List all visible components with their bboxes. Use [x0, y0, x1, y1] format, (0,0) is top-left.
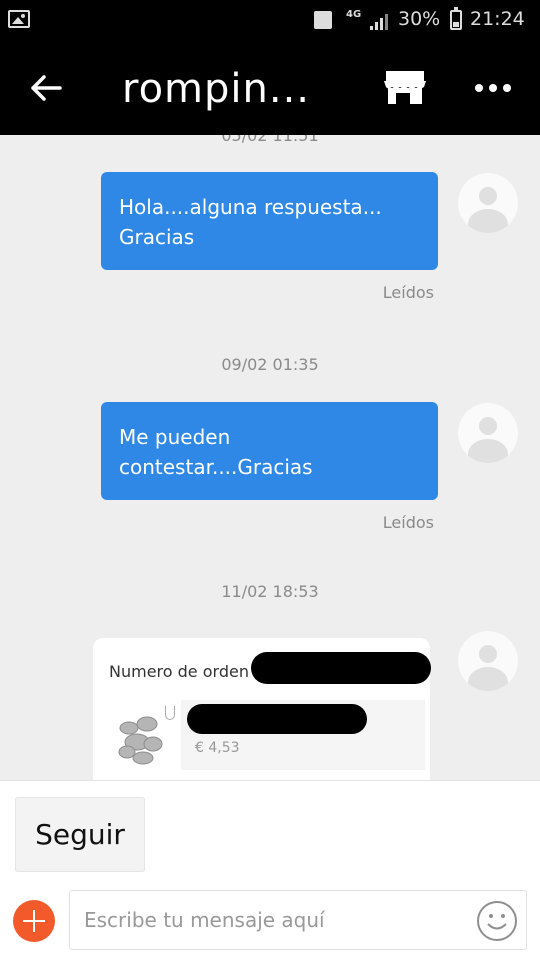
order-number-label: Numero de orden [109, 662, 249, 681]
store-icon [384, 71, 426, 104]
chat-title: rompin... [122, 66, 311, 112]
battery-icon [450, 7, 462, 30]
redaction-mark [187, 704, 367, 734]
more-options-button[interactable] [470, 68, 516, 108]
back-button[interactable] [26, 68, 66, 108]
message-input-box [69, 890, 527, 950]
order-card[interactable]: Numero de orden € 4,53 [93, 638, 431, 780]
product-price: € 4,53 [195, 740, 240, 756]
chat-screen: 4G 30% 21:24 rompin... 05/02 11:51 Hola.… [0, 0, 540, 960]
more-icon [475, 84, 511, 92]
message-bubble[interactable]: Hola....alguna respuesta... Gracias [101, 172, 438, 270]
redaction-mark [251, 652, 431, 684]
store-button[interactable] [382, 68, 428, 108]
app-bar: rompin... [0, 40, 540, 135]
product-info: € 4,53 [181, 700, 425, 770]
bottom-panel: Seguir [0, 780, 540, 960]
add-icon[interactable] [13, 900, 55, 942]
product-thumbnail [118, 716, 163, 765]
user-avatar-icon [458, 631, 518, 691]
lock-icon [314, 11, 332, 29]
timestamp: 11/02 18:53 [221, 582, 319, 601]
back-arrow-icon [31, 75, 62, 101]
gallery-icon [8, 10, 30, 28]
timestamp: 05/02 11:51 [221, 135, 319, 145]
signal-icon [370, 12, 390, 30]
message-bubble[interactable]: Me pueden contestar....Gracias [101, 402, 438, 500]
message-input[interactable] [84, 891, 464, 949]
message-list[interactable]: 05/02 11:51 Hola....alguna respuesta... … [0, 135, 540, 780]
battery-percent: 30% [398, 8, 441, 30]
user-avatar-icon [458, 173, 518, 233]
clock: 21:24 [470, 8, 525, 30]
status-bar: 4G 30% 21:24 [0, 0, 540, 40]
user-avatar-icon [458, 403, 518, 463]
follow-button[interactable]: Seguir [15, 797, 145, 872]
read-status: Leídos [382, 283, 434, 302]
smiley-icon[interactable] [476, 900, 518, 942]
timestamp: 09/02 01:35 [221, 355, 319, 374]
read-status: Leídos [382, 513, 434, 532]
network-label: 4G [346, 9, 362, 20]
